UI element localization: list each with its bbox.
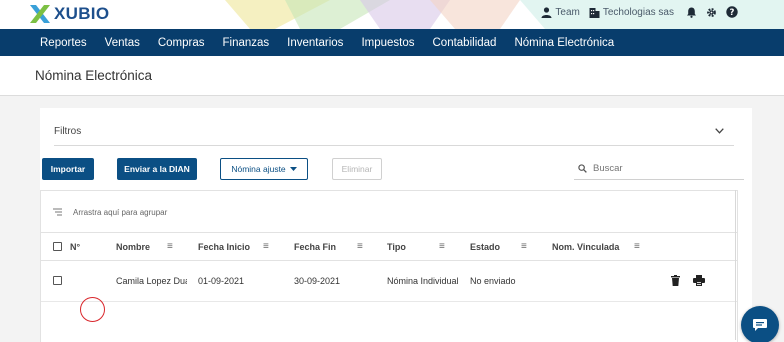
nav-item-nomina-electronica[interactable]: Nómina Electrónica [514, 37, 614, 49]
row-checkbox[interactable] [53, 276, 62, 285]
cell-nombre: Camila Lopez Duarte [116, 276, 187, 286]
select-all-checkbox[interactable] [53, 242, 62, 251]
group-icon [53, 208, 62, 216]
team-link[interactable]: Team [541, 6, 580, 18]
column-menu-icon[interactable]: ≡ [357, 242, 363, 252]
column-menu-icon[interactable]: ≡ [167, 242, 173, 252]
search-input[interactable] [593, 163, 733, 174]
chat-button[interactable] [741, 306, 779, 342]
printer-icon[interactable] [693, 275, 705, 286]
nav-item-contabilidad[interactable]: Contabilidad [433, 37, 497, 49]
person-icon [541, 6, 552, 18]
brand-name: XUBIO [54, 4, 110, 23]
chevron-down-icon[interactable] [715, 128, 724, 134]
column-header-nom-vinculada[interactable]: Nom. Vinculada [552, 242, 619, 252]
delete-button[interactable]: Eliminar [332, 158, 382, 180]
top-bar: XUBIO Team Techologias sas ? [0, 0, 784, 29]
company-label: Techologias sas [602, 6, 674, 18]
content-card: Filtros Importar Enviar a la DIAN Nómina… [40, 108, 752, 342]
column-header-numero[interactable]: N° [70, 242, 80, 252]
building-icon [589, 7, 600, 18]
nav-item-impuestos[interactable]: Impuestos [361, 37, 414, 49]
column-header-tipo[interactable]: Tipo [387, 242, 406, 252]
nav-item-ventas[interactable]: Ventas [105, 37, 140, 49]
trash-icon[interactable] [671, 275, 680, 286]
column-header-fecha-inicio[interactable]: Fecha Inicio [198, 242, 250, 252]
table-row[interactable]: Camila Lopez Duarte 01-09-2021 30-09-202… [41, 261, 737, 302]
help-icon: ? [726, 6, 738, 18]
xubio-x-icon [30, 5, 50, 23]
bell-icon [687, 7, 696, 18]
group-hint: Arrastra aquí para agrupar [73, 208, 168, 217]
help-button[interactable]: ? [726, 6, 738, 18]
group-drop-area[interactable]: Arrastra aquí para agrupar [41, 191, 737, 233]
cell-estado: No enviado [470, 276, 516, 286]
gear-icon [707, 7, 716, 17]
column-menu-icon[interactable]: ≡ [521, 242, 527, 252]
cell-fecha-inicio: 01-09-2021 [198, 276, 245, 286]
main-nav: Reportes Ventas Compras Finanzas Inventa… [0, 29, 784, 56]
nomina-ajuste-dropdown[interactable]: Nómina ajuste [220, 158, 308, 180]
team-label: Team [555, 6, 580, 18]
send-dian-button[interactable]: Enviar a la DIAN [117, 158, 197, 180]
cell-tipo: Nómina Individual [387, 276, 459, 286]
filters-label: Filtros [54, 126, 82, 137]
user-area: Team Techologias sas ? [532, 6, 738, 18]
company-selector[interactable]: Techologias sas [589, 7, 674, 18]
search-box[interactable] [574, 158, 744, 180]
column-header-fecha-fin[interactable]: Fecha Fin [294, 242, 336, 252]
import-button[interactable]: Importar [42, 158, 94, 180]
column-menu-icon[interactable]: ≡ [439, 242, 445, 252]
svg-text:?: ? [730, 8, 735, 18]
nav-item-compras[interactable]: Compras [158, 37, 205, 49]
xubio-logo[interactable]: XUBIO [30, 4, 109, 24]
cell-fecha-fin: 30-09-2021 [294, 276, 341, 286]
column-header-estado[interactable]: Estado [470, 242, 500, 252]
scroll-edge [735, 190, 736, 340]
click-indicator [80, 297, 105, 322]
column-menu-icon[interactable]: ≡ [263, 242, 269, 252]
payroll-grid: Arrastra aquí para agrupar N° Nombre ≡ F… [40, 190, 738, 342]
notifications-button[interactable] [686, 7, 697, 18]
page-title: Nómina Electrónica [35, 68, 153, 83]
column-header-nombre[interactable]: Nombre [116, 242, 150, 252]
caret-down-icon [289, 167, 297, 171]
nomina-ajuste-label: Nómina ajuste [231, 164, 286, 174]
nav-item-reportes[interactable]: Reportes [40, 37, 87, 49]
chat-icon [753, 319, 767, 331]
settings-button[interactable] [706, 7, 717, 18]
search-icon [578, 164, 587, 173]
column-menu-icon[interactable]: ≡ [634, 242, 640, 252]
filters-panel[interactable]: Filtros [54, 120, 734, 146]
nav-item-finanzas[interactable]: Finanzas [223, 37, 270, 49]
nav-item-inventarios[interactable]: Inventarios [287, 37, 343, 49]
title-bar: Nómina Electrónica [0, 56, 784, 96]
grid-header: N° Nombre ≡ Fecha Inicio ≡ Fecha Fin ≡ T… [41, 233, 737, 261]
